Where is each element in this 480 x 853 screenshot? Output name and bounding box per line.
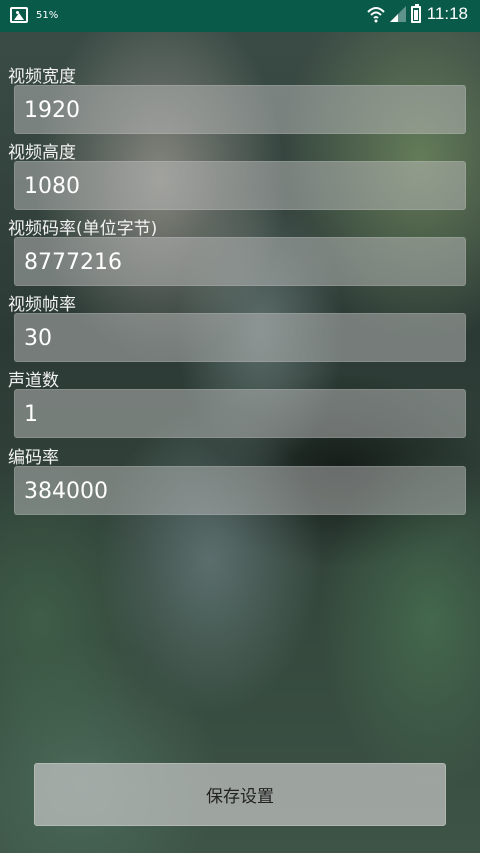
video-width-input[interactable]: 1920 <box>14 85 466 134</box>
field-label: 声道数 <box>8 371 59 391</box>
field-label: 视频码率(单位字节) <box>8 219 158 239</box>
video-bitrate-input[interactable]: 8777216 <box>14 237 466 286</box>
field-label: 视频高度 <box>8 143 76 163</box>
battery-percent: 51% <box>36 9 59 21</box>
save-settings-button[interactable]: 保存设置 <box>34 763 446 826</box>
audio-channels-input[interactable]: 1 <box>14 389 466 438</box>
battery-icon <box>410 3 421 23</box>
field-label: 视频帧率 <box>8 295 76 315</box>
wifi-icon <box>367 7 385 23</box>
signal-icon <box>389 6 406 22</box>
video-framerate-input[interactable]: 30 <box>14 313 466 362</box>
clock: 11:18 <box>426 4 468 23</box>
field-label: 编码率 <box>8 448 59 468</box>
status-bar: 51% 11:18 <box>0 0 480 32</box>
image-icon <box>10 7 28 23</box>
field-label: 视频宽度 <box>8 67 76 87</box>
video-height-input[interactable]: 1080 <box>14 161 466 210</box>
encoding-rate-input[interactable]: 384000 <box>14 466 466 515</box>
